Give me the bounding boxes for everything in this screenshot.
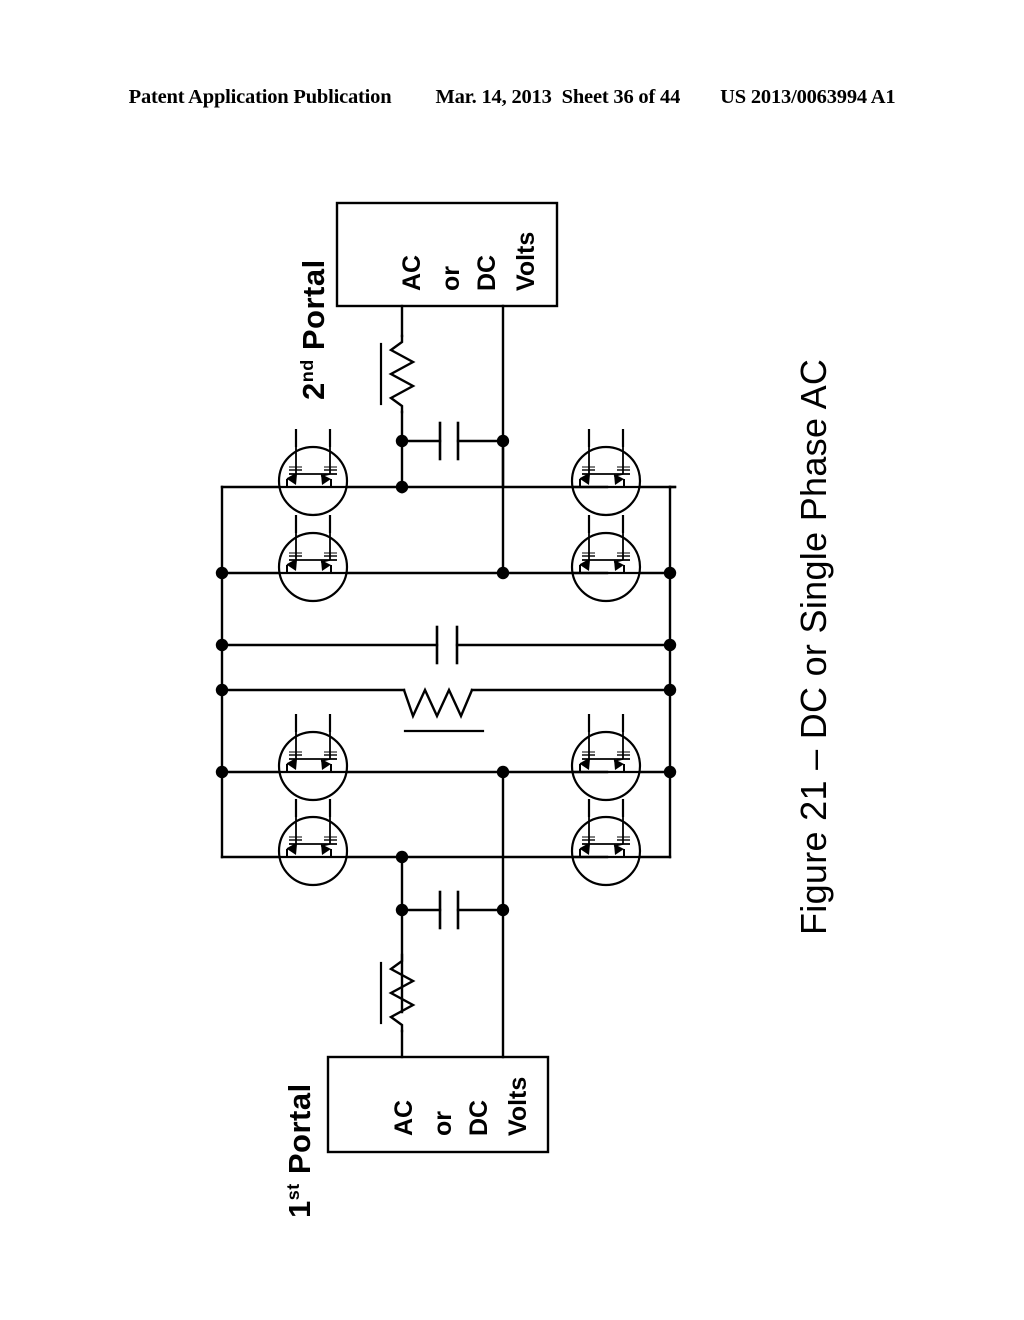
junction-dot xyxy=(215,683,229,697)
junction-dot xyxy=(395,850,409,864)
junction-dot xyxy=(496,903,510,917)
source-box-bottom-line-4: Volts xyxy=(504,1076,532,1136)
portal-bottom-word: Portal xyxy=(282,1083,317,1175)
source-box-bottom-line-2: or xyxy=(429,1111,457,1136)
source-box-top-line-2: or xyxy=(437,266,465,291)
junction-dot xyxy=(663,638,677,652)
portal-label-top: 2nd Portal xyxy=(296,259,332,400)
patent-figure: 2nd Portal 1st Portal Figure 21 – DC or … xyxy=(0,0,1024,1320)
junction-dot xyxy=(215,765,229,779)
portal-top-word: Portal xyxy=(296,259,331,351)
switch-top-right-lower[interactable] xyxy=(570,513,642,603)
switch-top-right-upper[interactable] xyxy=(570,427,642,517)
junction-dot xyxy=(663,566,677,580)
junction-dot xyxy=(395,903,409,917)
figure-caption: Figure 21 – DC or Single Phase AC xyxy=(793,358,834,935)
portal-label-bottom: 1st Portal xyxy=(282,1083,318,1218)
junction-dot xyxy=(663,683,677,697)
junction-dot xyxy=(663,765,677,779)
inductor-mid xyxy=(402,687,474,720)
source-box-top-line-3: DC xyxy=(473,254,501,291)
switch-top-left-upper[interactable] xyxy=(277,427,349,517)
inductor-top xyxy=(388,334,416,414)
junction-dot xyxy=(215,638,229,652)
source-box-top-line-4: Volts xyxy=(512,231,540,291)
junction-dot xyxy=(496,566,510,580)
portal-bottom-suffix: st xyxy=(282,1183,303,1201)
portal-top-suffix: nd xyxy=(296,359,317,383)
junction-dot xyxy=(215,566,229,580)
switch-bottom-right-upper[interactable] xyxy=(570,712,642,802)
junction-dot xyxy=(395,434,409,448)
source-box-top-line-1: AC xyxy=(398,254,426,291)
switch-bottom-left-lower[interactable] xyxy=(277,797,349,887)
junction-dot xyxy=(395,480,409,494)
portal-top-ordinal: 2 xyxy=(296,382,331,400)
switch-bottom-right-lower[interactable] xyxy=(570,797,642,887)
source-box-bottom-line-1: AC xyxy=(390,1099,418,1136)
switch-top-left-lower[interactable] xyxy=(277,513,349,603)
junction-dot xyxy=(496,765,510,779)
source-box-bottom-line-3: DC xyxy=(465,1099,493,1136)
switch-bottom-left-upper[interactable] xyxy=(277,712,349,802)
junction-dot xyxy=(496,434,510,448)
portal-bottom-ordinal: 1 xyxy=(282,1200,317,1218)
